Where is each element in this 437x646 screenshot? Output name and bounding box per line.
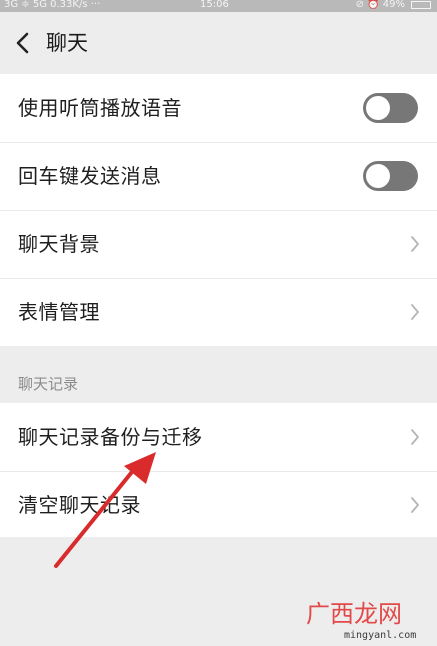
- setting-label: 聊天背景: [18, 232, 100, 256]
- chevron-left-icon[interactable]: [14, 32, 32, 54]
- status-right-text: ⊘ ⏰ 49%: [355, 0, 405, 10]
- chevron-right-icon: [411, 429, 419, 445]
- chat-history-group: 聊天记录备份与迁移 清空聊天记录: [0, 403, 437, 537]
- watermark-url: mingyanl.com: [344, 630, 417, 641]
- battery-icon: [411, 1, 431, 9]
- setting-row-enter-send[interactable]: 回车键发送消息: [0, 142, 437, 210]
- setting-row-chat-background[interactable]: 聊天背景: [0, 210, 437, 278]
- chevron-right-icon: [411, 236, 419, 252]
- page-title: 聊天: [46, 31, 88, 55]
- settings-group: 使用听筒播放语音 回车键发送消息 聊天背景 表情管理: [0, 74, 437, 346]
- earpiece-toggle[interactable]: [363, 93, 418, 123]
- status-bar: 3G ≑ 5G 0.33K/s ··· 15:06 ⊘ ⏰ 49%: [0, 0, 437, 12]
- setting-row-backup-migrate[interactable]: 聊天记录备份与迁移: [0, 403, 437, 471]
- section-title-chat-history: 聊天记录: [18, 375, 79, 393]
- setting-row-earpiece[interactable]: 使用听筒播放语音: [0, 74, 437, 142]
- status-time: 15:06: [200, 0, 229, 10]
- setting-label: 清空聊天记录: [18, 493, 141, 517]
- setting-label: 使用听筒播放语音: [18, 96, 182, 120]
- setting-label: 回车键发送消息: [18, 164, 162, 188]
- enter-send-toggle[interactable]: [363, 161, 418, 191]
- watermark-text: 广西龙网: [306, 600, 402, 628]
- setting-row-clear-history[interactable]: 清空聊天记录: [0, 471, 437, 539]
- chevron-right-icon: [411, 304, 419, 320]
- title-bar: 聊天: [0, 12, 437, 74]
- setting-label: 表情管理: [18, 300, 100, 324]
- setting-label: 聊天记录备份与迁移: [18, 425, 203, 449]
- watermark: 广西龙网 mingyanl.com: [304, 600, 432, 642]
- setting-row-sticker-management[interactable]: 表情管理: [0, 278, 437, 346]
- chevron-right-icon: [411, 497, 419, 513]
- status-network-text: 3G ≑ 5G 0.33K/s ···: [4, 0, 101, 10]
